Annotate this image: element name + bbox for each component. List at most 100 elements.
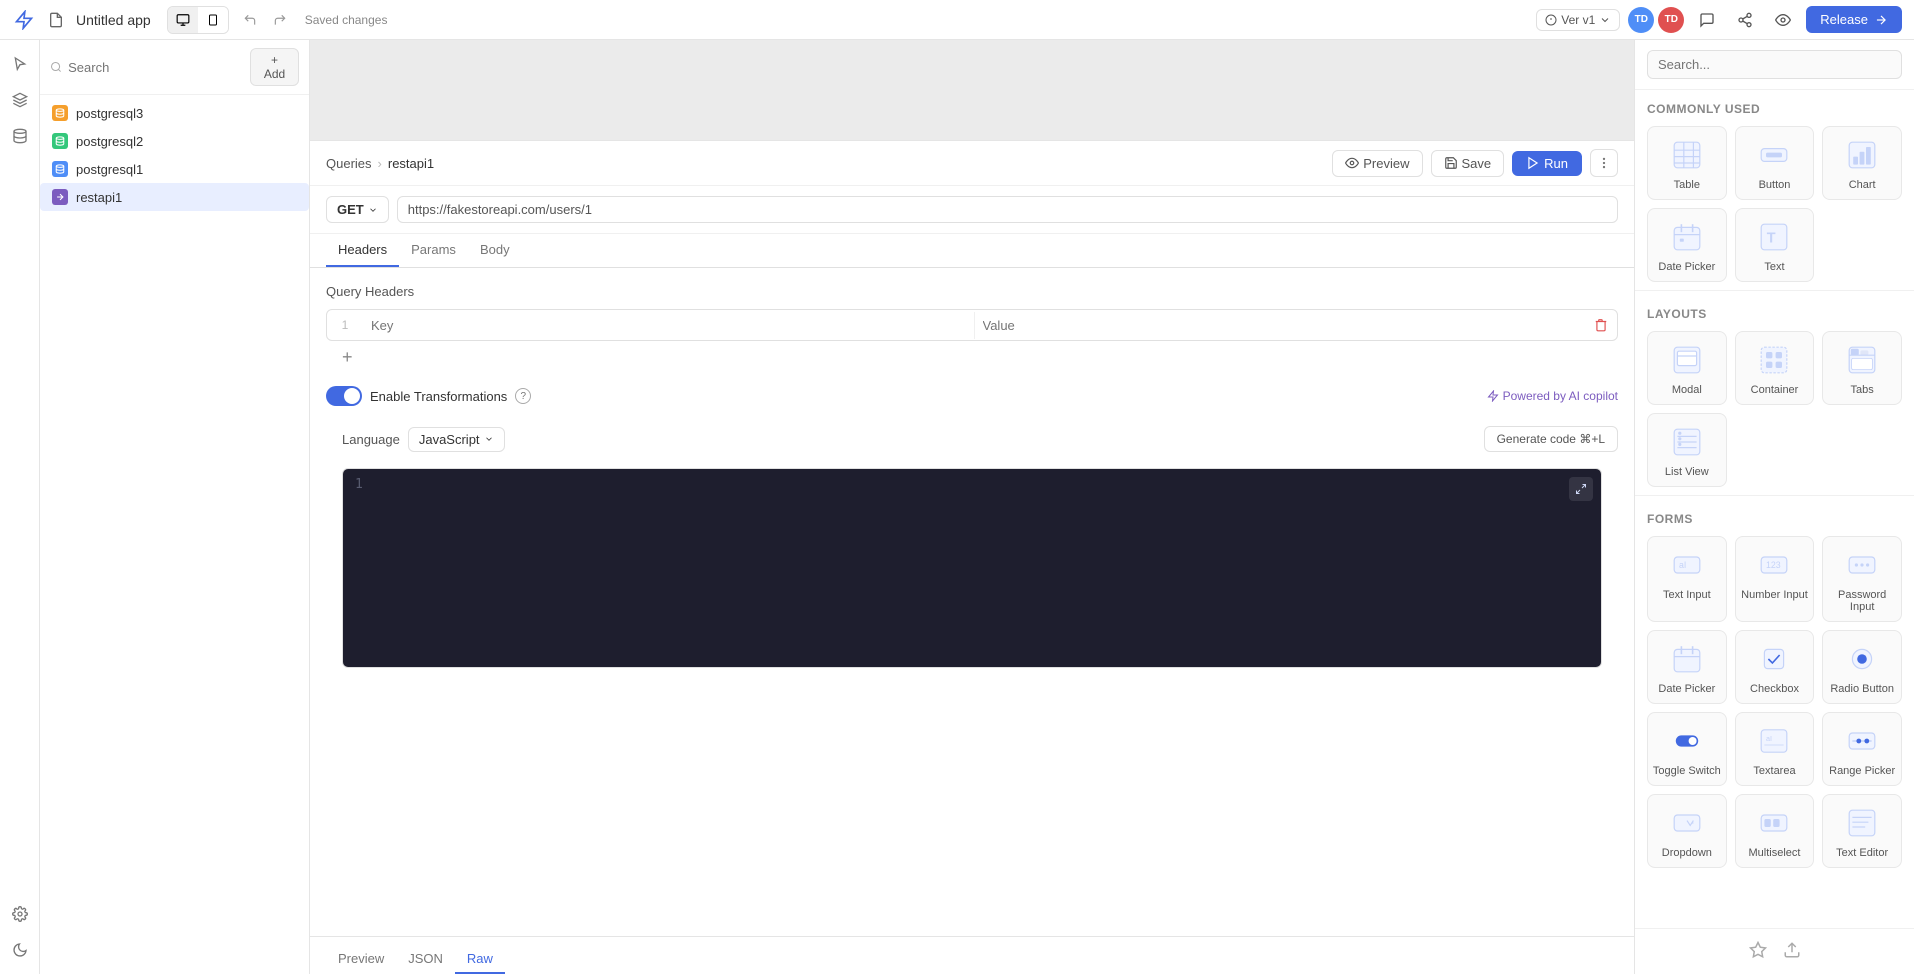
version-selector[interactable]: Ver v1: [1536, 9, 1620, 31]
component-list-view[interactable]: List View: [1647, 413, 1727, 487]
component-table[interactable]: Table: [1647, 126, 1727, 200]
add-header-btn[interactable]: +: [326, 341, 1618, 374]
headers-section-title: Query Headers: [326, 284, 1618, 299]
method-value: GET: [337, 202, 364, 217]
svg-text:123: 123: [1766, 560, 1781, 570]
language-label: Language: [342, 432, 400, 447]
star-icon[interactable]: [1749, 941, 1767, 962]
moon-icon[interactable]: [4, 934, 36, 966]
table-icon: [1667, 135, 1707, 175]
saved-label: Saved changes: [305, 13, 388, 27]
breadcrumb: Queries › restapi1: [326, 156, 1324, 171]
info-icon[interactable]: ?: [515, 388, 531, 404]
component-modal[interactable]: Modal: [1647, 331, 1727, 405]
header-row: 1: [327, 310, 1617, 340]
component-multiselect[interactable]: Multiselect: [1735, 794, 1815, 868]
component-text-editor[interactable]: Text Editor: [1822, 794, 1902, 868]
preview-button[interactable]: Preview: [1332, 150, 1422, 177]
tab-headers[interactable]: Headers: [326, 234, 399, 267]
range-picker-icon: [1842, 721, 1882, 761]
component-text-editor-label: Text Editor: [1836, 847, 1888, 859]
device-toggle: [167, 6, 229, 34]
add-label: + Add: [261, 53, 288, 81]
component-tabs[interactable]: Tabs: [1822, 331, 1902, 405]
tab-body-label: Body: [480, 242, 510, 257]
commonly-used-grid: Table Button: [1647, 126, 1902, 282]
delete-header-btn[interactable]: [1585, 314, 1617, 336]
generate-code-button[interactable]: Generate code ⌘+L: [1484, 426, 1618, 452]
run-button[interactable]: Run: [1512, 151, 1582, 176]
tab-raw[interactable]: Raw: [455, 945, 505, 974]
component-textarea[interactable]: aI Textarea: [1735, 712, 1815, 786]
list-item[interactable]: postgresql2: [40, 127, 309, 155]
sidebar-icons: [0, 40, 40, 974]
url-input[interactable]: [397, 196, 1618, 223]
component-toggle-switch[interactable]: Toggle Switch: [1647, 712, 1727, 786]
text-comp-icon: T: [1754, 217, 1794, 257]
forms-grid: aI Text Input 123 Number Input: [1647, 536, 1902, 868]
tabs-icon: [1842, 340, 1882, 380]
ai-copilot-link[interactable]: Powered by AI copilot: [1487, 389, 1618, 403]
add-button[interactable]: + Add: [250, 48, 299, 86]
password-input-icon: [1842, 545, 1882, 585]
component-container[interactable]: Container: [1735, 331, 1815, 405]
component-search-input[interactable]: [1647, 50, 1902, 79]
expand-editor-btn[interactable]: [1569, 477, 1593, 501]
layers-icon[interactable]: [4, 84, 36, 116]
search-input[interactable]: [68, 60, 244, 75]
tab-preview[interactable]: Preview: [326, 945, 396, 974]
avatars: TD TD: [1628, 7, 1684, 33]
component-checkbox[interactable]: Checkbox: [1735, 630, 1815, 704]
save-button[interactable]: Save: [1431, 150, 1505, 177]
list-item[interactable]: postgresql3: [40, 99, 309, 127]
component-list-view-label: List View: [1665, 466, 1709, 478]
component-date-picker-form[interactable]: Date Picker: [1647, 630, 1727, 704]
more-options-btn[interactable]: [1590, 149, 1618, 177]
commonly-used-section: Commonly Used Table: [1635, 90, 1914, 286]
component-password-input[interactable]: Password Input: [1822, 536, 1902, 622]
breadcrumb-separator: ›: [378, 156, 382, 171]
redo-btn[interactable]: [267, 7, 293, 33]
share-icon[interactable]: [1730, 5, 1760, 35]
component-number-input[interactable]: 123 Number Input: [1735, 536, 1815, 622]
component-range-picker[interactable]: Range Picker: [1822, 712, 1902, 786]
comment-icon[interactable]: [1692, 5, 1722, 35]
component-radio-button[interactable]: Radio Button: [1822, 630, 1902, 704]
left-panel: + Add postgresql3 postgresql2 postgre: [40, 40, 310, 974]
query-tabs: Headers Params Body: [310, 234, 1634, 268]
language-selector[interactable]: JavaScript: [408, 427, 505, 452]
upload-icon[interactable]: [1783, 941, 1801, 962]
component-chart[interactable]: Chart: [1822, 126, 1902, 200]
tab-params[interactable]: Params: [399, 234, 468, 267]
dropdown-icon: [1667, 803, 1707, 843]
component-button-label: Button: [1759, 179, 1791, 191]
header-key-input[interactable]: [371, 318, 966, 333]
toggle-switch-icon: [1667, 721, 1707, 761]
desktop-view-btn[interactable]: [168, 7, 198, 33]
tab-params-label: Params: [411, 242, 456, 257]
release-button[interactable]: Release: [1806, 6, 1902, 33]
tab-headers-label: Headers: [338, 242, 387, 257]
tab-json[interactable]: JSON: [396, 945, 455, 974]
database-icon[interactable]: [4, 120, 36, 152]
list-item[interactable]: postgresql1: [40, 155, 309, 183]
component-password-input-label: Password Input: [1827, 589, 1897, 613]
transformations-toggle[interactable]: [326, 386, 362, 406]
component-date-picker[interactable]: Date Picker: [1647, 208, 1727, 282]
component-button[interactable]: Button: [1735, 126, 1815, 200]
mobile-view-btn[interactable]: [198, 7, 228, 33]
datasource-label: postgresql1: [76, 162, 143, 177]
settings-icon[interactable]: [4, 898, 36, 930]
app-logo: [12, 8, 36, 32]
component-textarea-label: Textarea: [1753, 765, 1795, 777]
tab-body[interactable]: Body: [468, 234, 522, 267]
method-selector[interactable]: GET: [326, 196, 389, 223]
component-dropdown[interactable]: Dropdown: [1647, 794, 1727, 868]
preview-icon[interactable]: [1768, 5, 1798, 35]
header-value-input[interactable]: [983, 318, 1578, 333]
cursor-icon[interactable]: [4, 48, 36, 80]
list-item[interactable]: restapi1: [40, 183, 309, 211]
component-text-input[interactable]: aI Text Input: [1647, 536, 1727, 622]
component-text[interactable]: T Text: [1735, 208, 1815, 282]
undo-btn[interactable]: [237, 7, 263, 33]
